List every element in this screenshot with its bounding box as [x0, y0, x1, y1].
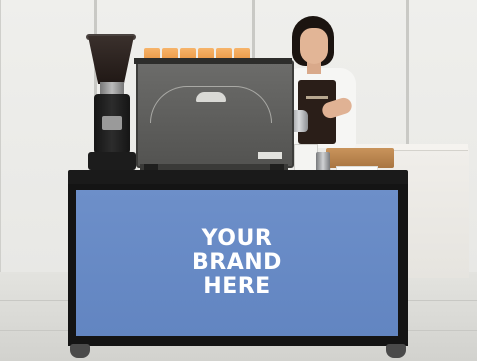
brand-line: HERE — [203, 274, 271, 299]
cart-countertop — [68, 170, 408, 184]
machine-top-rail — [134, 58, 292, 64]
steel-cup — [316, 152, 330, 172]
brand-line: BRAND — [192, 250, 282, 275]
wooden-tray — [326, 148, 394, 168]
barista-face — [300, 28, 328, 64]
brand-panel: YOUR BRAND HERE — [76, 190, 398, 336]
machine-label — [258, 152, 282, 159]
grinder-neck — [100, 82, 124, 94]
coffee-cart-photo: YOUR BRAND HERE — [0, 0, 477, 361]
cup-stack — [294, 144, 318, 172]
cart-wheel — [386, 344, 406, 358]
brand-line: YOUR — [201, 226, 273, 251]
cart-wheel — [70, 344, 90, 358]
grinder-base — [88, 152, 136, 170]
apron-logo — [306, 96, 328, 99]
brand-text: YOUR BRAND HERE — [192, 227, 282, 299]
machine-logo-badge — [196, 92, 226, 102]
grinder-chute — [102, 116, 122, 130]
